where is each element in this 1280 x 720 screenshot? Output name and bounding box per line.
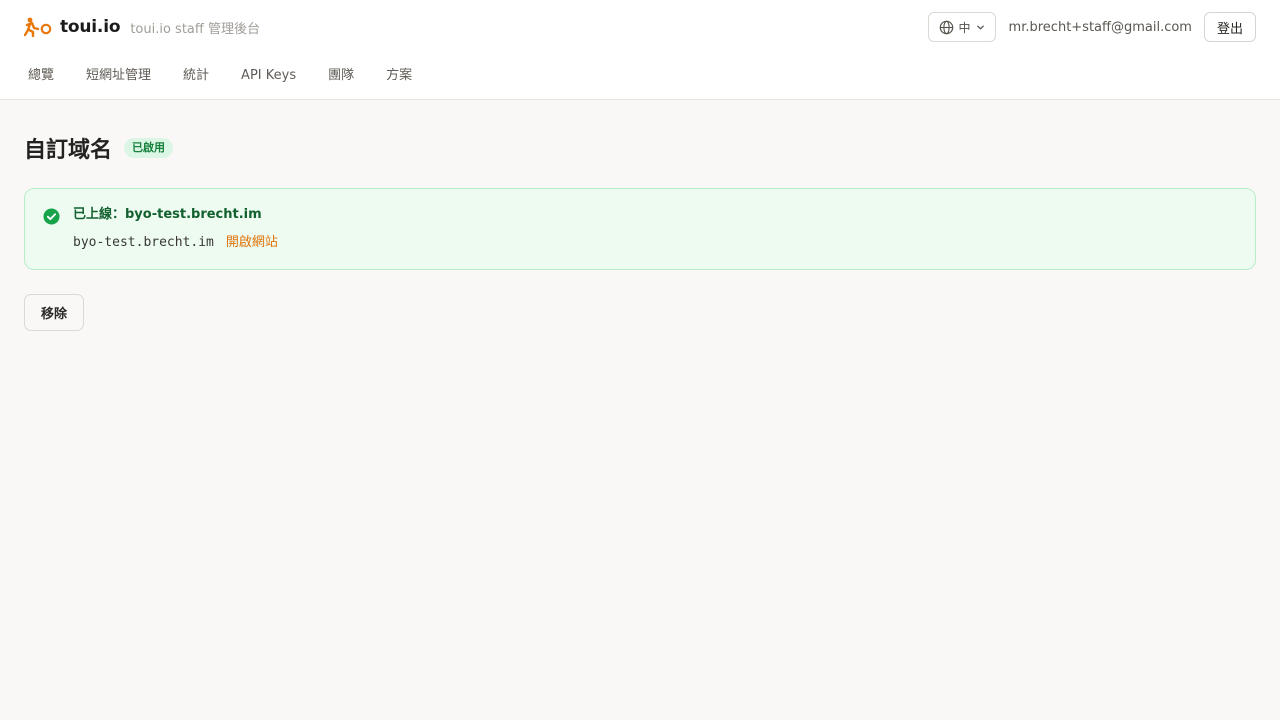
open-site-link[interactable]: 開啟網站 <box>226 234 278 252</box>
domain-status-card: 已上線：byo-test.brecht.im byo-test.brecht.i… <box>24 188 1256 270</box>
nav-item-team[interactable]: 團隊 <box>328 66 354 86</box>
language-label: 中 <box>958 20 971 35</box>
chevron-down-icon <box>976 25 984 29</box>
nav-item-stats[interactable]: 統計 <box>183 66 209 86</box>
brand[interactable]: toui.io <box>24 17 121 37</box>
brand-logo-icon <box>24 17 52 37</box>
check-circle-icon <box>43 208 60 225</box>
user-email: mr.brecht+staff@gmail.com <box>1008 19 1192 35</box>
nav-item-api-keys[interactable]: API Keys <box>241 66 296 86</box>
brand-subtitle: toui.io staff 管理後台 <box>130 21 260 37</box>
page-title: 自訂域名 <box>24 138 113 163</box>
remove-button[interactable]: 移除 <box>24 294 85 331</box>
logout-button[interactable]: 登出 <box>1203 12 1256 42</box>
status-message: 已上線：byo-test.brecht.im <box>73 207 262 222</box>
domain-line: byo-test.brecht.im 開啟網站 <box>73 234 278 252</box>
main-content: 自訂域名 已啟用 已上線：byo-test.brecht.im byo-test… <box>0 133 1280 331</box>
domain-name: byo-test.brecht.im <box>73 235 214 250</box>
language-switcher[interactable]: 中 <box>927 12 996 42</box>
top-bar: toui.io toui.io staff 管理後台 中 mr.brecht+s… <box>24 12 1256 42</box>
title-row: 自訂域名 已啟用 <box>24 133 1256 163</box>
nav-item-short-links[interactable]: 短網址管理 <box>86 66 151 86</box>
nav-item-overview[interactable]: 總覽 <box>28 66 54 86</box>
app-header: toui.io toui.io staff 管理後台 中 mr.brecht+s… <box>0 0 1280 100</box>
main-nav: 總覽 短網址管理 統計 API Keys 團隊 方案 <box>28 66 412 86</box>
status-badge: 已啟用 <box>124 138 174 158</box>
brand-name: toui.io <box>60 17 121 37</box>
nav-item-plans[interactable]: 方案 <box>386 66 412 86</box>
globe-icon <box>939 20 953 34</box>
